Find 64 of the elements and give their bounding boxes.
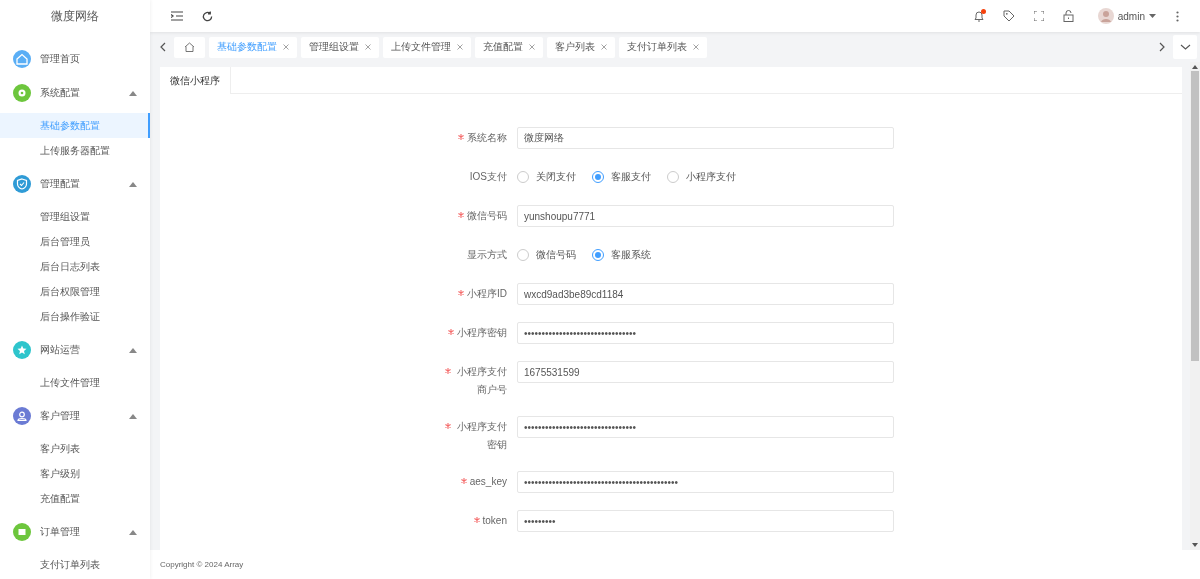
scroll-up-icon[interactable] bbox=[1192, 65, 1198, 69]
field-label: token bbox=[482, 514, 507, 528]
close-icon[interactable] bbox=[365, 44, 371, 50]
close-icon[interactable] bbox=[283, 44, 289, 50]
tabs-dropdown-button[interactable] bbox=[1173, 35, 1197, 59]
field-label: 系统名称 bbox=[467, 131, 507, 145]
input-field[interactable]: yunshoupu7771 bbox=[517, 205, 894, 227]
sidebar-group[interactable]: 网站运营 bbox=[0, 333, 150, 367]
radio-option[interactable]: 客服系统 bbox=[592, 248, 651, 262]
page-tab[interactable]: 管理组设置 bbox=[301, 36, 379, 58]
field-label: 小程序密钥 bbox=[457, 326, 507, 340]
sidebar-group[interactable]: 订单管理 bbox=[0, 515, 150, 549]
page-tab[interactable]: 支付订单列表 bbox=[619, 36, 707, 58]
input-field[interactable]: •••••••••••••••••••••••••••••••• bbox=[517, 416, 894, 438]
field-label: 显示方式 bbox=[467, 248, 507, 262]
sidebar-group[interactable]: 管理配置 bbox=[0, 167, 150, 201]
field-label: aes_key bbox=[469, 475, 507, 489]
sidebar-item[interactable]: 后台权限管理 bbox=[0, 279, 150, 304]
chevron-down-icon bbox=[1179, 44, 1191, 50]
input-field[interactable]: wxcd9ad3be89cd1184 bbox=[517, 283, 894, 305]
page-tab[interactable]: 充值配置 bbox=[475, 36, 543, 58]
sidebar-item[interactable]: 客户列表 bbox=[0, 436, 150, 461]
copyright-text: Copyright © 2024 Array bbox=[160, 560, 244, 569]
sidebar-item[interactable]: 上传服务器配置 bbox=[0, 138, 150, 163]
scroll-down-icon[interactable] bbox=[1192, 543, 1198, 547]
bell-icon bbox=[972, 10, 985, 22]
close-icon[interactable] bbox=[601, 44, 607, 50]
close-icon[interactable] bbox=[457, 44, 463, 50]
sidebar-item[interactable]: 上传文件管理 bbox=[0, 370, 150, 395]
sidebar-item[interactable]: 后台操作验证 bbox=[0, 304, 150, 329]
sidebar-item[interactable]: 充值配置 bbox=[0, 486, 150, 511]
sidebar-item[interactable]: 后台管理员 bbox=[0, 229, 150, 254]
radio-option[interactable]: 关闭支付 bbox=[517, 170, 576, 184]
brand-name: 微度网络 bbox=[50, 7, 100, 25]
close-icon[interactable] bbox=[529, 44, 535, 50]
sidebar-group[interactable]: 管理首页 bbox=[0, 42, 150, 76]
scrollbar[interactable] bbox=[1190, 62, 1200, 550]
input-field[interactable]: ••••••••• bbox=[517, 510, 894, 532]
input-field[interactable]: •••••••••••••••••••••••••••••••••••••••••••• bbox=[517, 471, 894, 493]
radio-option[interactable]: 小程序支付 bbox=[667, 170, 736, 184]
input-field[interactable]: 1675531599 bbox=[517, 361, 894, 383]
sidebar-item[interactable]: 管理组设置 bbox=[0, 204, 150, 229]
field-label: 小程序支付商户号 bbox=[456, 365, 507, 397]
radio-option[interactable]: 微信号码 bbox=[517, 248, 576, 262]
page-tab[interactable]: 客户列表 bbox=[547, 36, 615, 58]
user-menu[interactable]: admin bbox=[1083, 1, 1162, 31]
page-tab[interactable]: 上传文件管理 bbox=[383, 36, 471, 58]
radio-option[interactable]: 客服支付 bbox=[592, 170, 651, 184]
sidebar-item[interactable]: 客户级别 bbox=[0, 461, 150, 486]
field-label: IOS支付 bbox=[469, 170, 507, 184]
content-tab[interactable]: 微信小程序 bbox=[160, 67, 231, 94]
sidebar-item[interactable]: 支付订单列表 bbox=[0, 552, 150, 577]
sidebar-item[interactable]: 后台日志列表 bbox=[0, 254, 150, 279]
field-label: 小程序支付密钥 bbox=[456, 420, 507, 452]
avatar-icon bbox=[1097, 8, 1114, 24]
caret-icon bbox=[1149, 14, 1156, 18]
home-icon bbox=[184, 42, 195, 52]
sidebar-group[interactable]: 客户管理 bbox=[0, 399, 150, 433]
sidebar-group[interactable]: 系统配置 bbox=[0, 76, 150, 110]
input-field[interactable]: •••••••••••••••••••••••••••••••• bbox=[517, 322, 894, 344]
field-label: 小程序ID bbox=[467, 287, 507, 301]
input-field[interactable]: 微度网络 bbox=[517, 127, 894, 149]
field-label: 微信号码 bbox=[467, 209, 507, 223]
close-icon[interactable] bbox=[693, 44, 699, 50]
